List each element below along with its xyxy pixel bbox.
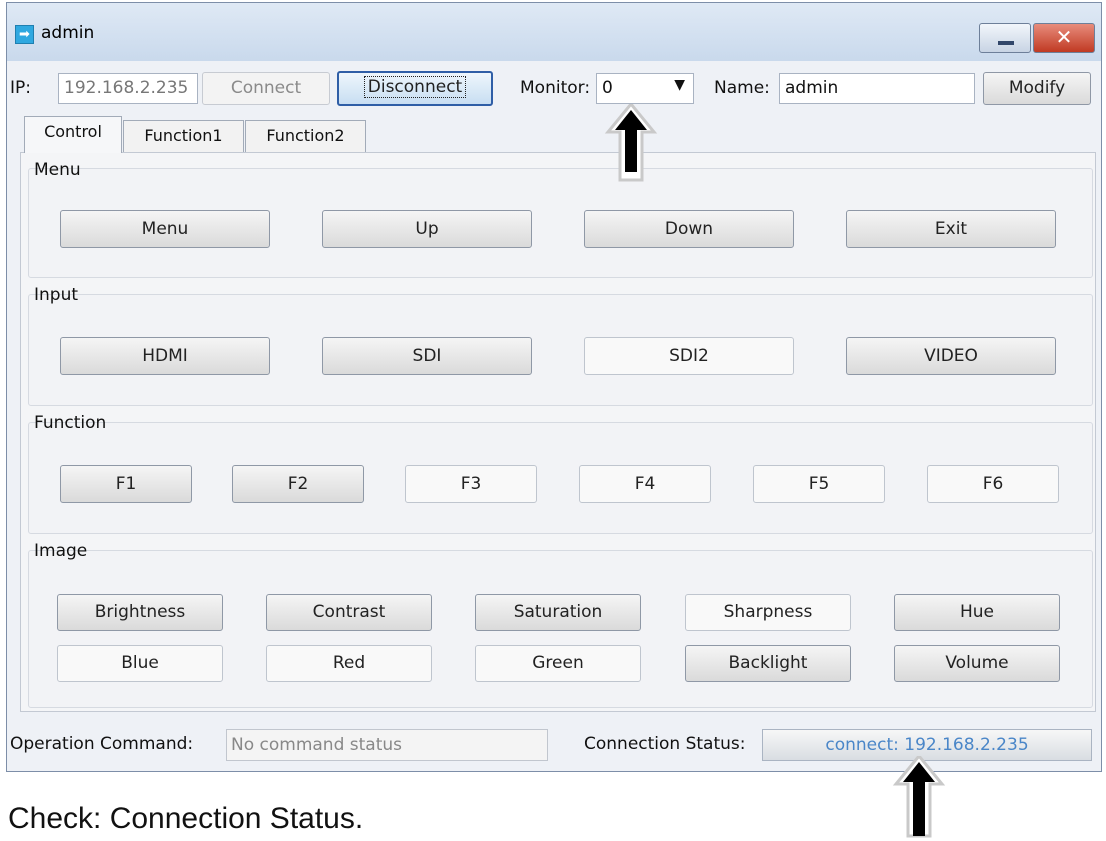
sharpness-button[interactable]: Sharpness [685, 594, 851, 631]
operation-command-label: Operation Command: [10, 734, 194, 754]
menu-group-title: Menu [34, 160, 81, 180]
callout-arrow-monitor [604, 104, 658, 182]
function-group-title: Function [34, 413, 107, 433]
modify-button[interactable]: Modify [983, 72, 1091, 105]
title-bar: ➡ admin ✕ [7, 3, 1101, 61]
hdmi-button[interactable]: HDMI [60, 337, 270, 375]
callout-arrow-connection [892, 756, 946, 838]
up-button[interactable]: Up [322, 210, 532, 248]
modify-label: Modify [1008, 78, 1066, 98]
connection-status-label: Connection Status: [584, 734, 746, 754]
menu-button[interactable]: Menu [60, 210, 270, 248]
input-group-title: Input [34, 285, 79, 305]
monitor-select[interactable]: 0 ▼ [596, 73, 694, 104]
f6-button[interactable]: F6 [927, 465, 1059, 503]
contrast-button[interactable]: Contrast [266, 594, 432, 631]
hue-button[interactable]: Hue [894, 594, 1060, 631]
f4-button[interactable]: F4 [579, 465, 711, 503]
disconnect-label: Disconnect [363, 76, 467, 98]
f2-button[interactable]: F2 [232, 465, 364, 503]
connect-label: Connect [230, 78, 302, 98]
ip-input[interactable]: 192.168.2.235 [58, 73, 198, 104]
window-title: admin [41, 23, 95, 43]
video-button[interactable]: VIDEO [846, 337, 1056, 375]
saturation-button[interactable]: Saturation [475, 594, 641, 631]
minimize-icon [998, 41, 1014, 45]
monitor-value: 0 [602, 78, 613, 98]
minimize-button[interactable] [979, 23, 1031, 53]
operation-command-field: No command status [226, 729, 548, 761]
tab-function2[interactable]: Function2 [245, 120, 366, 153]
blue-button[interactable]: Blue [57, 645, 223, 682]
name-input[interactable]: admin [779, 73, 975, 104]
f5-button[interactable]: F5 [753, 465, 885, 503]
backlight-button[interactable]: Backlight [685, 645, 851, 682]
red-button[interactable]: Red [266, 645, 432, 682]
connect-button[interactable]: Connect [202, 72, 330, 105]
f1-button[interactable]: F1 [60, 465, 192, 503]
name-label: Name: [714, 78, 770, 98]
brightness-button[interactable]: Brightness [57, 594, 223, 631]
chevron-down-icon: ▼ [674, 77, 685, 93]
tab-control[interactable]: Control [24, 116, 122, 153]
ip-label: IP: [10, 78, 31, 98]
f3-button[interactable]: F3 [405, 465, 537, 503]
volume-button[interactable]: Volume [894, 645, 1060, 682]
monitor-label: Monitor: [520, 78, 591, 98]
close-icon: ✕ [1055, 25, 1073, 49]
caption-text: Check: Connection Status. [8, 802, 364, 835]
down-button[interactable]: Down [584, 210, 794, 248]
tab-function1[interactable]: Function1 [123, 120, 244, 153]
image-group-title: Image [34, 541, 88, 561]
arrow-right-icon: ➡ [15, 25, 34, 44]
green-button[interactable]: Green [475, 645, 641, 682]
close-button[interactable]: ✕ [1033, 23, 1095, 53]
disconnect-button[interactable]: Disconnect [337, 71, 493, 106]
sdi2-button[interactable]: SDI2 [584, 337, 794, 375]
exit-button[interactable]: Exit [846, 210, 1056, 248]
sdi-button[interactable]: SDI [322, 337, 532, 375]
